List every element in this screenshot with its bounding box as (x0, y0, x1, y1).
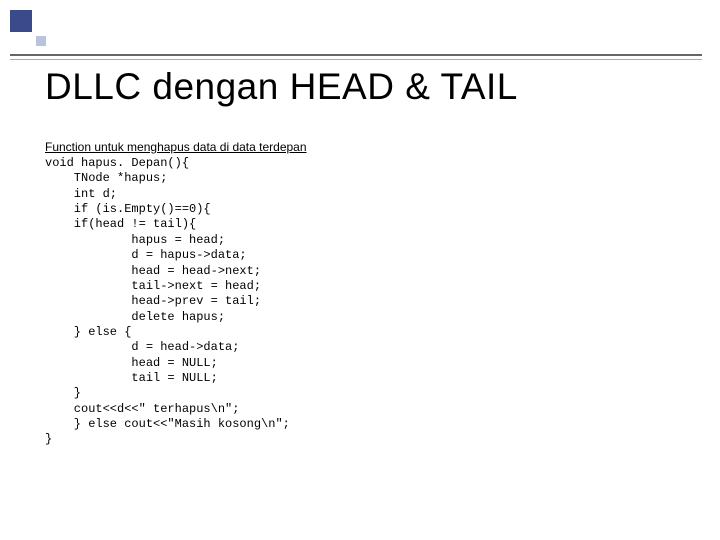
square-icon (10, 10, 32, 32)
slide-title: DLLC dengan HEAD & TAIL (45, 66, 700, 108)
divider (10, 54, 702, 60)
code-block: void hapus. Depan(){ TNode *hapus; int d… (45, 156, 700, 448)
corner-decoration (10, 10, 70, 50)
subheading: Function untuk menghapus data di data te… (45, 140, 700, 154)
slide: DLLC dengan HEAD & TAIL Function untuk m… (0, 0, 720, 540)
slide-body: Function untuk menghapus data di data te… (45, 140, 700, 448)
square-icon (36, 36, 46, 46)
